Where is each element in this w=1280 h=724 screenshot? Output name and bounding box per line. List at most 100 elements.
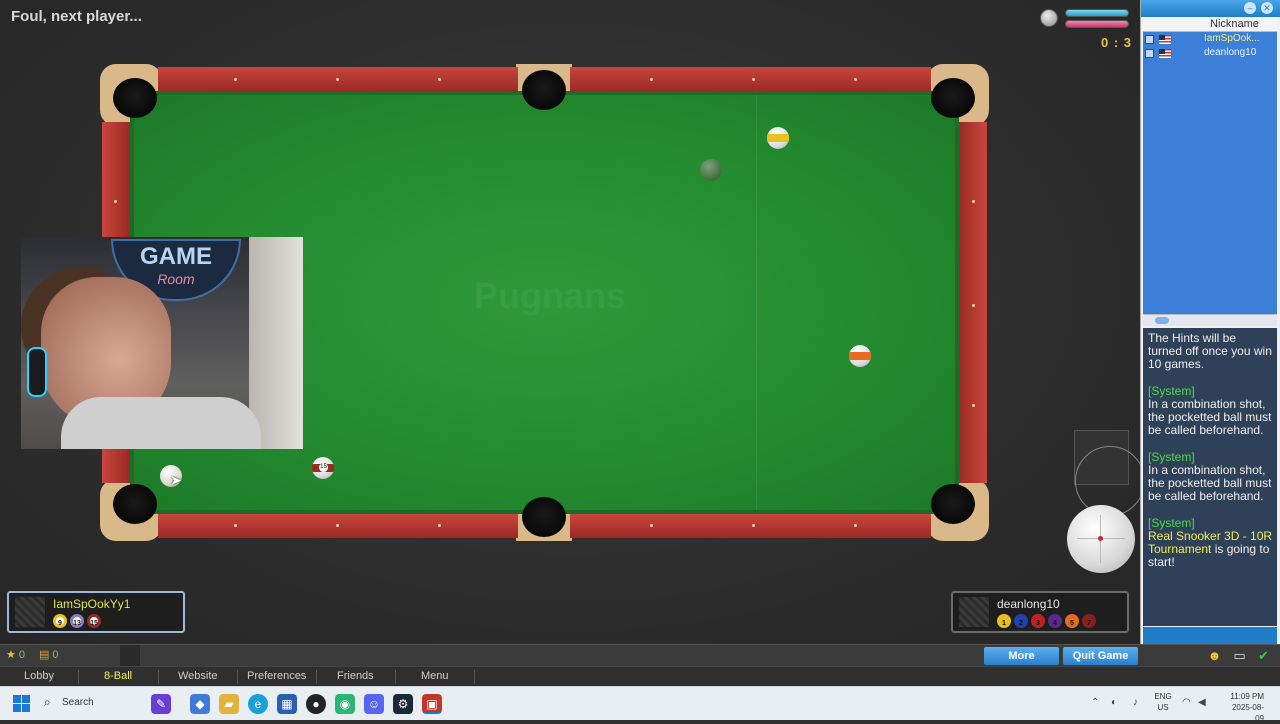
nav-separator [474,670,475,684]
score-display: 0 : 3 [1101,35,1133,50]
nav-8ball[interactable]: 8-Ball [104,670,132,682]
player1-ball-list: 9 13 15 [53,614,101,628]
lang-code: ENG [1154,692,1172,701]
mini-ball: 2 [1014,614,1028,628]
quit-game-button[interactable]: Quit Game [1063,647,1138,665]
us-flag-icon [1159,49,1171,58]
player1-panel: IamSpOokYy1 9 13 15 [7,591,185,633]
ball-stripe [849,352,871,360]
nav-separator [78,670,79,684]
avatar [959,597,989,627]
webcam-body [61,397,261,449]
game-area[interactable]: Foul, next player... 0 : 3 Pugnans 15 ➤ … [0,0,1145,644]
tray-overflow-icon[interactable]: ⌃ [1091,697,1099,708]
copilot-icon[interactable]: ◆ [190,694,210,714]
clock[interactable]: 11:09 PM 2025-08-09 [1224,691,1264,724]
avatar [15,597,45,627]
spin-point[interactable] [1098,536,1103,541]
edge-icon[interactable]: e [248,694,268,714]
nav-separator [158,670,159,684]
chat-message: [System] In a combination shot, the pock… [1148,451,1273,503]
player-list: IamSpOok... deanlong10 [1143,32,1277,314]
language-indicator[interactable]: ENG US [1153,691,1173,713]
ball-stripe [767,134,789,142]
player-nickname: IamSpOok... [1204,33,1260,44]
player-list-item[interactable]: deanlong10 [1143,47,1277,61]
player2-ball-list: 1 2 3 4 5 7 [997,614,1096,628]
nav-website[interactable]: Website [178,670,218,682]
volume-icon[interactable]: ◀ [1198,697,1206,708]
chat-text: The Hints will be turned off once you wi… [1148,331,1272,371]
app-icon[interactable]: ✎ [151,694,171,714]
wifi-icon[interactable]: ◠ [1182,697,1191,708]
splitter-handle[interactable] [1155,317,1169,324]
webcam-door [249,237,303,449]
coins-count: 0 [52,649,59,661]
player2-panel: deanlong10 1 2 3 4 5 7 [951,591,1129,633]
mini-ball: 9 [53,614,67,628]
chat-input[interactable] [1143,627,1277,644]
stars-count: 0 [18,649,25,661]
pool-game-icon[interactable]: ▣ [422,694,442,714]
star-icon: ★ [6,649,16,661]
nav-lobby[interactable]: Lobby [24,670,54,682]
rail [959,122,987,483]
windows-start-icon[interactable] [13,695,30,712]
menu-bar: Lobby 8-Ball Website Preferences Friends… [0,666,1280,686]
pocket [113,78,157,118]
tray-app-icon[interactable]: ◐ [1111,697,1117,708]
mini-ball: 4 [1048,614,1062,628]
taskbar-search[interactable]: ⌕ Search [40,695,140,713]
diamond [854,524,857,527]
mini-ball: 7 [1082,614,1096,628]
mini-ball: 1 [997,614,1011,628]
region-code: US [1157,703,1169,712]
date-text: 2025-08-09 [1231,703,1264,723]
pocket [522,497,566,537]
aim-guide-box[interactable] [1074,430,1145,516]
us-flag-icon [1159,35,1171,44]
file-explorer-icon[interactable]: ▰ [219,694,239,714]
chat-message: [System] In a combination shot, the pock… [1148,385,1273,437]
nav-preferences[interactable]: Preferences [247,670,306,682]
sidebar: – ✕ Nickname IamSpOok... deanlong10 The … [1140,0,1280,644]
emoticon-icon[interactable]: ☻ [1207,648,1222,663]
mini-ball: 5 [1065,614,1079,628]
microphone-icon[interactable]: ♪ [1133,697,1138,708]
windows-taskbar: ⌕ Search ✎ ◆ ▰ e ▦ ● ◉ ☺ ⚙ ▣ ⌃ ◐ ♪ ENG U… [0,686,1280,723]
pocket [113,484,157,524]
close-icon[interactable]: ✕ [1261,2,1273,14]
chat-bubble-icon[interactable]: ▭ [1232,648,1247,663]
diamond [752,78,755,81]
diamond [234,78,237,81]
obs-icon[interactable]: ● [306,694,326,714]
nav-separator [395,670,396,684]
steam-icon[interactable]: ⚙ [393,694,413,714]
nav-separator [237,670,238,684]
currency-display: ★ 0 ▤ 0 [6,648,59,661]
mini-ball: 3 [1031,614,1045,628]
player-list-header[interactable]: Nickname [1143,17,1277,32]
green-ball [700,159,722,181]
player-nickname: deanlong10 [1204,47,1257,58]
panel-splitter[interactable] [1143,314,1277,326]
discord-icon[interactable]: ☺ [364,694,384,714]
minimize-icon[interactable]: – [1244,2,1256,14]
player-list-item[interactable]: IamSpOok... [1143,33,1277,47]
app-icon[interactable]: ◉ [335,694,355,714]
clock-icon [1040,9,1058,27]
cue-spin-control[interactable] [1067,505,1135,573]
head-string-line [756,95,757,510]
rail [570,67,931,91]
more-button[interactable]: More [984,647,1059,665]
nav-menu[interactable]: Menu [421,670,449,682]
nav-friends[interactable]: Friends [337,670,374,682]
search-placeholder: Search [62,697,94,708]
chat-text: In a combination shot, the pocketted bal… [1148,463,1272,503]
store-icon[interactable]: ▦ [277,694,297,714]
chat-log[interactable]: The Hints will be turned off once you wi… [1143,328,1277,626]
check-icon[interactable]: ✔ [1256,648,1271,663]
diamond [972,304,975,307]
ball-number: 15 [319,463,328,472]
diamond [114,200,117,203]
